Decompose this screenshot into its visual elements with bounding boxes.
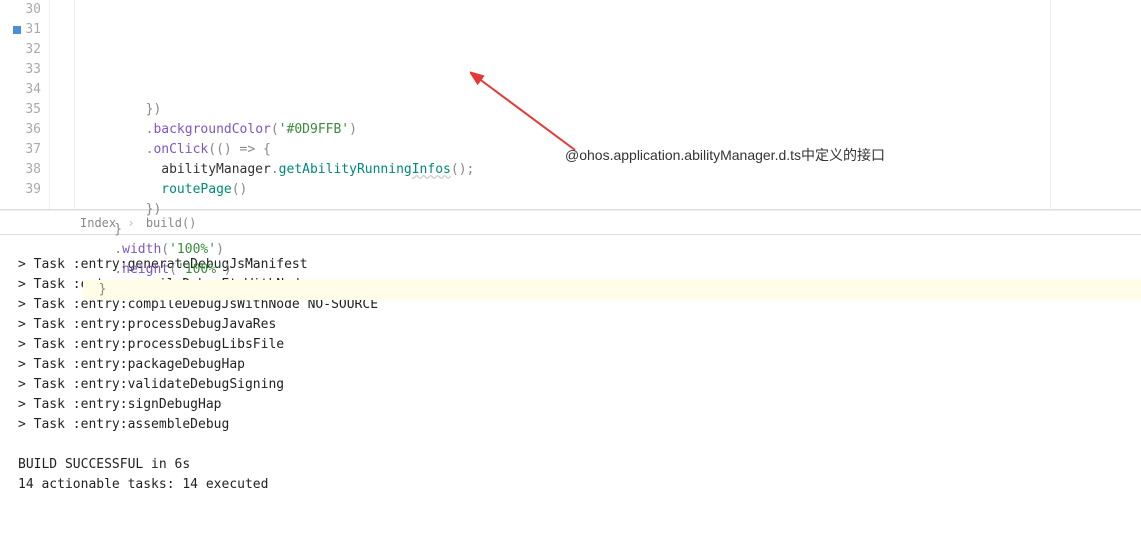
console-task-line: > Task :entry:signDebugHap (18, 395, 1123, 415)
code-line[interactable]: }) (83, 200, 1141, 220)
build-summary: 14 actionable tasks: 14 executed (18, 475, 1123, 495)
fold-marker[interactable] (50, 80, 74, 100)
code-line[interactable]: .width('100%') (83, 240, 1141, 260)
build-result: BUILD SUCCESSFUL in 6s (18, 455, 1123, 475)
line-number: 33 (0, 60, 41, 80)
code-editor[interactable]: 30313233343536373839 @ohos.application.a… (0, 0, 1141, 210)
line-number: 34 (0, 80, 41, 100)
line-number: 32 (0, 40, 41, 60)
fold-marker[interactable] (50, 140, 74, 160)
code-content[interactable]: @ohos.application.abilityManager.d.ts中定义… (75, 0, 1141, 209)
code-line[interactable]: }) (83, 100, 1141, 120)
fold-marker[interactable] (50, 180, 74, 200)
fold-marker[interactable] (50, 100, 74, 120)
console-task-line: > Task :entry:validateDebugSigning (18, 375, 1123, 395)
fold-marker[interactable] (50, 20, 74, 40)
fold-marker[interactable] (50, 60, 74, 80)
fold-marker[interactable] (50, 160, 74, 180)
annotation-text: @ohos.application.abilityManager.d.ts中定义… (565, 145, 885, 165)
line-number: 37 (0, 140, 41, 160)
console-task-line: > Task :entry:processDebugLibsFile (18, 335, 1123, 355)
fold-gutter[interactable] (50, 0, 75, 209)
fold-marker[interactable] (50, 120, 74, 140)
line-number: 36 (0, 120, 41, 140)
code-line[interactable]: .height('100%') (83, 260, 1141, 280)
console-task-line: > Task :entry:processDebugJavaRes (18, 315, 1123, 335)
console-task-line: > Task :entry:assembleDebug (18, 415, 1123, 435)
line-number: 35 (0, 100, 41, 120)
fold-marker[interactable] (50, 40, 74, 60)
code-line[interactable]: .backgroundColor('#0D9FFB') (83, 120, 1141, 140)
line-number: 31 (0, 20, 41, 40)
fold-marker[interactable] (50, 0, 74, 20)
line-number: 39 (0, 180, 41, 200)
right-margin-line (1050, 0, 1051, 210)
code-line[interactable]: routePage() (83, 180, 1141, 200)
line-number-gutter: 30313233343536373839 (0, 0, 50, 209)
line-number: 30 (0, 0, 41, 20)
code-line[interactable]: } (83, 280, 1141, 300)
line-number: 38 (0, 160, 41, 180)
code-line[interactable]: } (83, 220, 1141, 240)
console-task-line: > Task :entry:packageDebugHap (18, 355, 1123, 375)
